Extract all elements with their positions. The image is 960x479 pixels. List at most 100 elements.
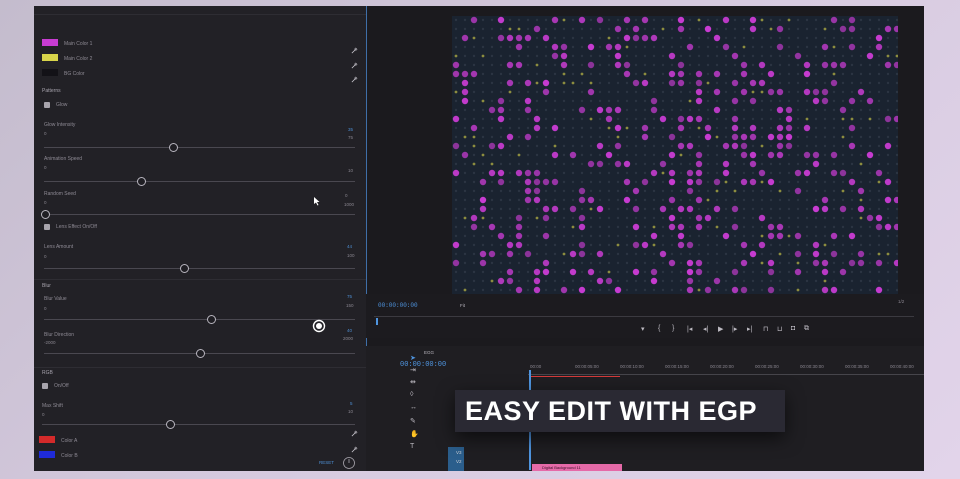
- led-dot: [589, 153, 593, 157]
- reset-link[interactable]: RESET: [319, 460, 334, 465]
- eyedropper-icon[interactable]: [351, 62, 358, 69]
- lens-effect-checkbox[interactable]: [44, 224, 50, 230]
- slip-tool-icon[interactable]: ↔: [410, 404, 417, 411]
- lens-amount-slider[interactable]: [180, 264, 189, 273]
- export-frame-icon[interactable]: ◘: [791, 325, 795, 332]
- go-to-out-icon[interactable]: ▸|: [747, 325, 752, 333]
- led-dot: [454, 27, 458, 31]
- work-area-bar[interactable]: [530, 376, 620, 377]
- reset-icon[interactable]: [342, 456, 356, 470]
- glow-intensity-slider[interactable]: [169, 143, 178, 152]
- main-color-1-swatch[interactable]: [42, 39, 58, 46]
- blur-value-track[interactable]: [44, 319, 355, 320]
- add-marker-icon[interactable]: ▾: [641, 325, 645, 333]
- led-dot: [814, 225, 818, 229]
- timeline-timecode[interactable]: 00:00:00:00: [400, 361, 446, 369]
- led-dot: [571, 243, 575, 247]
- razor-tool-icon[interactable]: ◊: [410, 391, 413, 398]
- blur-direction-slider[interactable]: [196, 349, 205, 358]
- led-dot: [814, 270, 818, 274]
- led-dot: [677, 16, 685, 24]
- led-dot: [686, 115, 694, 123]
- led-dot: [697, 252, 701, 256]
- max-shift-track[interactable]: [42, 424, 355, 425]
- glow-intensity-track[interactable]: [44, 147, 355, 148]
- extract-icon[interactable]: ⊔: [777, 325, 782, 333]
- eyedropper-icon[interactable]: [351, 76, 358, 83]
- led-dot: [497, 34, 505, 42]
- monitor-playhead[interactable]: [376, 318, 378, 325]
- time-ruler[interactable]: [528, 374, 924, 375]
- led-dot: [634, 153, 638, 157]
- max-shift-slider[interactable]: [166, 420, 175, 429]
- led-dot: [733, 72, 737, 76]
- mark-out-icon[interactable]: }: [672, 325, 674, 332]
- led-dot: [670, 36, 674, 40]
- ripple-edit-tool-icon[interactable]: ⇹: [410, 378, 416, 386]
- color-a-swatch[interactable]: [39, 436, 55, 443]
- led-dot: [571, 81, 575, 85]
- step-forward-icon[interactable]: |▸: [732, 325, 737, 333]
- led-dot: [893, 25, 898, 33]
- led-dot: [506, 79, 514, 87]
- led-dot: [688, 198, 692, 202]
- eyedropper-icon[interactable]: [351, 47, 358, 54]
- lens-amount-track[interactable]: [44, 268, 355, 269]
- led-dot: [544, 27, 548, 31]
- animation-speed-track[interactable]: [44, 181, 355, 182]
- led-dot: [481, 135, 485, 139]
- eyedropper-icon[interactable]: [351, 430, 358, 437]
- random-seed-value[interactable]: 0: [345, 193, 348, 198]
- led-dot: [562, 36, 566, 40]
- selection-tool-icon[interactable]: ➤: [410, 354, 416, 362]
- blur-direction-value[interactable]: 40: [347, 328, 352, 333]
- program-timecode[interactable]: 00:00:00:00: [378, 302, 418, 309]
- play-icon[interactable]: ▶: [718, 325, 723, 333]
- led-dot: [463, 270, 467, 274]
- led-dot: [454, 234, 458, 238]
- lens-amount-max: 100: [347, 253, 355, 258]
- led-dot: [706, 90, 710, 94]
- bg-color-swatch[interactable]: [42, 69, 58, 76]
- lift-icon[interactable]: ⊓: [763, 325, 768, 333]
- button-editor-icon[interactable]: ⧉: [804, 325, 809, 333]
- track-label-v2[interactable]: V2: [456, 459, 462, 464]
- color-b-swatch[interactable]: [39, 451, 55, 458]
- led-dot: [490, 99, 494, 103]
- mark-in-icon[interactable]: {: [658, 325, 660, 332]
- led-dot: [463, 207, 467, 211]
- led-dot: [508, 180, 512, 184]
- led-dot: [875, 286, 883, 294]
- led-dot: [641, 34, 649, 42]
- glow-checkbox[interactable]: [44, 102, 50, 108]
- track-label-v3[interactable]: V3: [456, 450, 462, 455]
- led-dot: [857, 259, 865, 267]
- pen-tool-icon[interactable]: ✎: [410, 417, 416, 425]
- led-dot: [562, 27, 566, 31]
- led-dot: [472, 279, 476, 283]
- eyedropper-icon[interactable]: [351, 446, 358, 453]
- main-color-2-swatch[interactable]: [42, 54, 58, 61]
- lens-amount-value[interactable]: 44: [347, 244, 352, 249]
- type-tool-icon[interactable]: T: [410, 443, 414, 450]
- rgb-onoff-checkbox[interactable]: [42, 383, 48, 389]
- blur-value-slider[interactable]: [207, 315, 216, 324]
- track-select-tool-icon[interactable]: ⇥: [410, 366, 416, 374]
- max-shift-value[interactable]: 5: [350, 401, 353, 406]
- timeline-clip[interactable]: Digital Background 11: [532, 464, 622, 471]
- led-dot: [454, 270, 458, 274]
- go-to-in-icon[interactable]: |◂: [687, 325, 692, 333]
- monitor-scrub-bar[interactable]: [374, 316, 914, 317]
- sequence-tab[interactable]: EGG: [424, 350, 434, 355]
- random-seed-track[interactable]: [44, 214, 355, 215]
- led-dot: [886, 234, 890, 238]
- animation-speed-slider[interactable]: [137, 177, 146, 186]
- random-seed-slider[interactable]: [41, 210, 50, 219]
- hand-tool-icon[interactable]: ✋: [410, 430, 419, 438]
- blur-value-value[interactable]: 75: [347, 294, 352, 299]
- led-dot: [868, 126, 872, 130]
- glow-intensity-value[interactable]: 35: [348, 127, 353, 132]
- step-back-icon[interactable]: ◂|: [703, 325, 708, 333]
- fit-dropdown[interactable]: Fit: [460, 303, 465, 308]
- led-dot: [749, 97, 757, 105]
